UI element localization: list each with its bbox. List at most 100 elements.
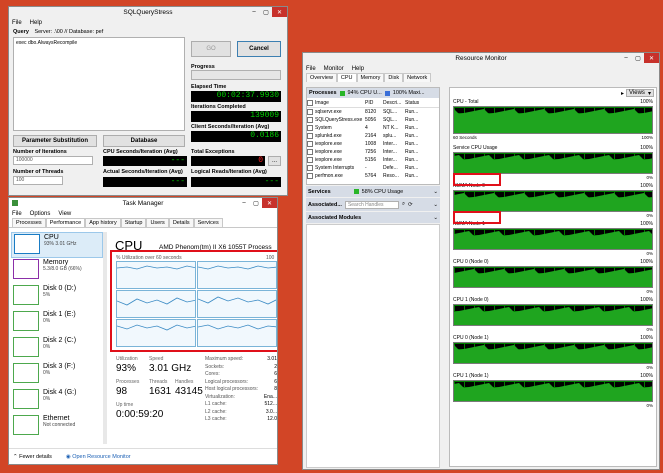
tab-users[interactable]: Users <box>146 218 169 227</box>
tab-details[interactable]: Details <box>168 218 194 227</box>
minimize-icon[interactable]: – <box>248 7 260 17</box>
services-label: Services <box>308 188 331 195</box>
sidebar-thumbnail <box>13 415 39 435</box>
menu-file[interactable]: File <box>12 20 22 26</box>
process-columns: Image PID Descri... Status <box>307 98 439 108</box>
graph-plot <box>453 228 653 250</box>
menu-view[interactable]: View <box>58 211 71 217</box>
menu-file[interactable]: File <box>12 211 22 217</box>
exceptions-details-button[interactable]: ... <box>268 156 281 166</box>
sidebar-item[interactable]: Memory 5.3/8.0 GB (66%) <box>11 258 103 284</box>
views-dropdown[interactable]: Views ▾ <box>626 89 654 97</box>
parameter-substitution-button[interactable]: Parameter Substitution <box>13 135 97 147</box>
sidebar-item[interactable]: CPU 93% 3.01 GHz <box>11 232 103 258</box>
minimize-icon[interactable]: – <box>238 198 250 208</box>
collapse-pane-icon[interactable]: ▸ <box>621 90 624 97</box>
sidebar-item-sub: 0% <box>43 396 51 402</box>
tab-startup[interactable]: Startup <box>120 218 147 227</box>
maximize-icon[interactable]: ▢ <box>260 7 272 17</box>
sidebar-item[interactable]: Disk 4 (G:) 0% <box>11 388 103 414</box>
cancel-button[interactable]: Cancel <box>237 41 281 57</box>
col-image[interactable]: Image <box>315 100 365 106</box>
process-checkbox[interactable] <box>307 157 313 163</box>
tab-network[interactable]: Network <box>403 73 432 82</box>
process-checkbox[interactable] <box>307 133 313 139</box>
services-expand-icon[interactable]: ⌄ <box>433 189 438 195</box>
iterations-completed-value: 139009 <box>191 111 281 122</box>
process-checkbox[interactable] <box>307 149 313 155</box>
tab-disk[interactable]: Disk <box>384 73 404 82</box>
associated-modules-header[interactable]: Associated Modules ⌄ <box>306 212 440 223</box>
col-pid[interactable]: PID <box>365 100 383 106</box>
processes-header[interactable]: Processes 94% CPU U... 100% Maxi... <box>307 88 439 98</box>
graph-footer: 0% <box>453 402 653 408</box>
close-icon[interactable]: ✕ <box>644 53 659 63</box>
close-icon[interactable]: ✕ <box>272 7 287 17</box>
num-threads-input[interactable]: 100 <box>13 176 63 185</box>
maximize-icon[interactable]: ▢ <box>632 53 644 63</box>
numa-node-1-highlight <box>453 211 501 224</box>
minimize-icon[interactable]: – <box>620 53 632 63</box>
process-row[interactable]: System 4 NT K... Run... <box>307 124 439 132</box>
go-button[interactable]: GO <box>191 41 231 57</box>
services-header[interactable]: Services 58% CPU Usage ⌄ <box>306 186 440 197</box>
handles-label: Handles <box>175 379 194 385</box>
process-row[interactable]: perfmon.exe 5764 Reso... Run... <box>307 172 439 180</box>
search-icon[interactable]: ⌕ <box>402 201 405 208</box>
tab-overview[interactable]: Overview <box>306 73 337 82</box>
process-checkbox[interactable] <box>307 109 313 115</box>
tab-memory[interactable]: Memory <box>356 73 385 82</box>
modules-expand-icon[interactable]: ⌄ <box>433 215 438 221</box>
process-pid: 8120 <box>365 109 377 115</box>
sidebar-item[interactable]: Disk 0 (D:) 5% <box>11 284 103 310</box>
process-image: iexplore.exe <box>315 157 342 163</box>
col-status[interactable]: Status <box>405 100 427 106</box>
resmon-titlebar[interactable]: Resource Monitor – ▢ ✕ <box>303 53 659 64</box>
select-all-checkbox[interactable] <box>307 99 313 106</box>
process-row[interactable]: iexplore.exe 7256 Inter... Run... <box>307 148 439 156</box>
sidebar-item[interactable]: Disk 2 (C:) 0% <box>11 336 103 362</box>
process-checkbox[interactable] <box>307 173 313 179</box>
tab-cpu[interactable]: CPU <box>336 73 357 82</box>
handles-expand-icon[interactable]: ⌄ <box>433 202 438 208</box>
process-row[interactable]: SQLQueryStress.exe 5056 SQL... Run... <box>307 116 439 124</box>
sidebar-thumbnail <box>13 285 39 305</box>
maximize-icon[interactable]: ▢ <box>250 198 262 208</box>
sidebar-scrollbar[interactable] <box>103 232 107 444</box>
tab-services[interactable]: Services <box>193 218 223 227</box>
col-description[interactable]: Descri... <box>383 100 405 106</box>
database-button[interactable]: Database <box>103 135 185 147</box>
process-row[interactable]: System Interrupts - Defe... Run... <box>307 164 439 172</box>
process-checkbox[interactable] <box>307 141 313 147</box>
sidebar-item[interactable]: Ethernet Not connected <box>11 414 103 440</box>
speed-label: Speed <box>149 356 164 362</box>
refresh-icon[interactable]: ⟳ <box>408 202 413 208</box>
taskmgr-titlebar[interactable]: Task Manager – ▢ ✕ <box>9 198 277 209</box>
tab-app-history[interactable]: App history <box>85 218 121 227</box>
sidebar-item[interactable]: Disk 3 (F:) 0% <box>11 362 103 388</box>
process-checkbox[interactable] <box>307 125 313 131</box>
fewer-details-link[interactable]: ⌃ Fewer details <box>13 454 52 460</box>
tab-performance[interactable]: Performance <box>45 218 86 227</box>
menu-monitor[interactable]: Monitor <box>324 66 344 72</box>
search-handles-input[interactable]: Search Handles <box>344 200 399 209</box>
menu-file[interactable]: File <box>306 66 316 72</box>
sidebar-item[interactable]: Disk 1 (E:) 0% <box>11 310 103 336</box>
query-textbox[interactable]: exec dbo.AlwaysRecompile <box>13 37 185 131</box>
process-row[interactable]: sqlservr.exe 8120 SQL... Run... <box>307 108 439 116</box>
process-pid: 2164 <box>365 133 377 139</box>
process-checkbox[interactable] <box>307 117 313 123</box>
process-checkbox[interactable] <box>307 165 313 171</box>
menu-options[interactable]: Options <box>30 211 51 217</box>
close-icon[interactable]: ✕ <box>262 198 277 208</box>
menu-help[interactable]: Help <box>30 20 42 26</box>
process-row[interactable]: iexplore.exe 5156 Inter... Run... <box>307 156 439 164</box>
menu-help[interactable]: Help <box>352 66 364 72</box>
open-resource-monitor-link[interactable]: ◉ Open Resource Monitor <box>66 454 131 460</box>
sqlqs-titlebar[interactable]: SQLQueryStress – ▢ ✕ <box>9 7 287 18</box>
process-row[interactable]: iexplore.exe 1008 Inter... Run... <box>307 140 439 148</box>
process-row[interactable]: splunkd.exe 2164 splu... Run... <box>307 132 439 140</box>
tab-processes[interactable]: Processes <box>12 218 46 227</box>
num-iterations-input[interactable]: 100000 <box>13 156 93 165</box>
associated-handles-header[interactable]: Associated... Search Handles ⌕ ⟳ ⌄ <box>306 198 440 211</box>
